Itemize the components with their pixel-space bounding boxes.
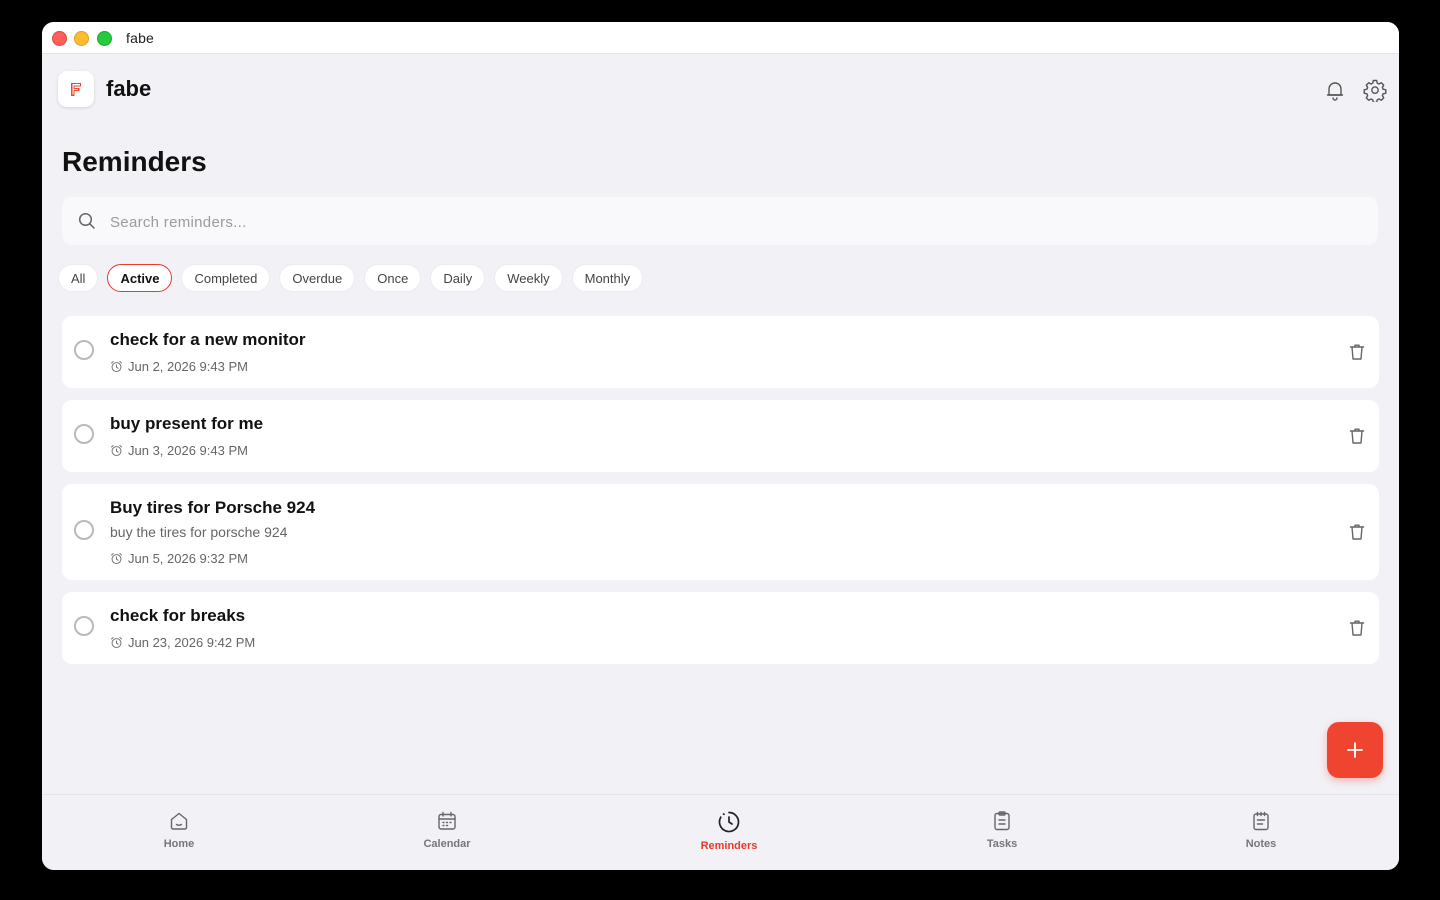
add-reminder-button[interactable] xyxy=(1327,722,1383,778)
nav-tab-notes[interactable]: Notes xyxy=(1211,810,1311,850)
filter-chips: All Active Completed Overdue Once Daily … xyxy=(58,264,644,292)
nav-label-calendar: Calendar xyxy=(423,838,471,850)
trash-icon xyxy=(1349,620,1365,636)
window-close-button[interactable] xyxy=(52,31,67,46)
reminder-title: check for breaks xyxy=(110,606,246,625)
app-header: fabe xyxy=(42,54,1399,124)
filter-chip-active[interactable]: Active xyxy=(107,264,173,292)
nav-tab-tasks[interactable]: Tasks xyxy=(952,810,1052,850)
reminder-datetime: Jun 3, 2026 9:43 PM xyxy=(128,443,248,458)
filter-chip-weekly[interactable]: Weekly xyxy=(494,264,563,292)
app-name: fabe xyxy=(106,76,152,101)
reminder-datetime-row: Jun 23, 2026 9:42 PM xyxy=(110,635,255,650)
alarm-clock-icon xyxy=(110,636,123,649)
calendar-icon xyxy=(438,811,456,830)
app-logo xyxy=(58,71,94,107)
alarm-clock-icon xyxy=(110,444,123,457)
notes-icon xyxy=(1253,811,1269,831)
clock-icon xyxy=(718,811,740,833)
reminder-description: buy the tires for porsche 924 xyxy=(110,524,288,540)
reminder-datetime: Jun 5, 2026 9:32 PM xyxy=(128,551,248,566)
reminder-title: Buy tires for Porsche 924 xyxy=(110,498,316,517)
delete-reminder-button[interactable] xyxy=(1347,342,1367,362)
nav-label-tasks: Tasks xyxy=(986,838,1018,850)
logo-icon xyxy=(71,83,81,96)
filter-chip-completed[interactable]: Completed xyxy=(181,264,271,292)
notifications-button[interactable] xyxy=(1323,78,1347,102)
reminder-datetime-row: Jun 5, 2026 9:32 PM xyxy=(110,551,248,566)
search-icon xyxy=(78,212,96,235)
nav-label-home: Home xyxy=(163,838,195,850)
trash-icon xyxy=(1349,524,1365,540)
plus-icon xyxy=(1347,742,1363,758)
nav-tab-calendar[interactable]: Calendar xyxy=(397,810,497,850)
window-title: fabe xyxy=(126,30,155,46)
reminder-card[interactable]: buy present for me Jun 3, 2026 9:43 PM xyxy=(62,400,1379,472)
reminder-datetime: Jun 23, 2026 9:42 PM xyxy=(128,635,256,650)
filter-chip-all[interactable]: All xyxy=(58,264,99,292)
filter-chip-monthly[interactable]: Monthly xyxy=(571,264,644,292)
complete-toggle[interactable] xyxy=(74,340,94,360)
alarm-clock-icon xyxy=(110,360,123,373)
app-window: fabe fabe Reminders Search reminders... … xyxy=(42,22,1399,870)
delete-reminder-button[interactable] xyxy=(1347,426,1367,446)
title-bar: fabe xyxy=(42,22,1399,54)
reminder-title: check for a new monitor xyxy=(110,330,306,349)
reminders-list: check for a new monitor Jun 2, 2026 9:43… xyxy=(62,316,1379,676)
search-input[interactable] xyxy=(108,197,1362,247)
alarm-clock-icon xyxy=(110,552,123,565)
filter-chip-overdue[interactable]: Overdue xyxy=(279,264,356,292)
reminder-card[interactable]: check for a new monitor Jun 2, 2026 9:43… xyxy=(62,316,1379,388)
delete-reminder-button[interactable] xyxy=(1347,618,1367,638)
nav-tab-home[interactable]: Home xyxy=(129,810,229,850)
complete-toggle[interactable] xyxy=(74,520,94,540)
bottom-nav: Home Calendar Reminders Tasks Notes xyxy=(42,794,1399,870)
delete-reminder-button[interactable] xyxy=(1347,522,1367,542)
gear-icon xyxy=(1363,79,1387,104)
filter-chip-once[interactable]: Once xyxy=(364,264,422,292)
trash-icon xyxy=(1349,344,1365,360)
page-title: Reminders xyxy=(62,146,207,177)
window-maximize-button[interactable] xyxy=(97,31,112,46)
bell-icon xyxy=(1326,82,1344,101)
reminder-card[interactable]: check for breaks Jun 23, 2026 9:42 PM xyxy=(62,592,1379,664)
trash-icon xyxy=(1349,428,1365,444)
reminder-datetime-row: Jun 2, 2026 9:43 PM xyxy=(110,359,248,374)
complete-toggle[interactable] xyxy=(74,424,94,444)
nav-label-notes: Notes xyxy=(1245,838,1277,850)
reminder-datetime-row: Jun 3, 2026 9:43 PM xyxy=(110,443,248,458)
reminder-title: buy present for me xyxy=(110,414,264,433)
complete-toggle[interactable] xyxy=(74,616,94,636)
window-minimize-button[interactable] xyxy=(74,31,89,46)
settings-button[interactable] xyxy=(1363,78,1387,104)
filter-chip-daily[interactable]: Daily xyxy=(430,264,486,292)
reminder-card[interactable]: Buy tires for Porsche 924 buy the tires … xyxy=(62,484,1379,580)
nav-tab-reminders[interactable]: Reminders xyxy=(679,810,779,852)
home-icon xyxy=(170,812,188,830)
search-bar[interactable] xyxy=(62,197,1378,247)
nav-label-reminders: Reminders xyxy=(700,840,758,852)
clipboard-icon xyxy=(994,811,1010,831)
reminder-datetime: Jun 2, 2026 9:43 PM xyxy=(128,359,248,374)
